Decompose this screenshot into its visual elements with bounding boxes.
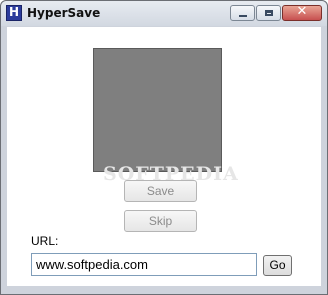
close-icon: ✕ <box>296 4 308 19</box>
save-button[interactable]: Save <box>124 180 197 202</box>
maximize-icon <box>265 10 273 16</box>
hypersave-app-icon[interactable]: H <box>6 5 22 21</box>
hypersave-window: H HyperSave ✕ SOFTPEDIA Save Skip URL: w… <box>0 0 328 295</box>
title-bar[interactable]: H HyperSave ✕ <box>1 1 327 26</box>
minimize-button[interactable] <box>230 5 255 21</box>
image-preview <box>93 48 222 172</box>
go-button[interactable]: Go <box>263 255 292 276</box>
client-area: SOFTPEDIA Save Skip URL: www.softpedia.c… <box>7 27 321 286</box>
url-label: URL: <box>31 234 59 248</box>
caption-buttons: ✕ <box>229 4 322 21</box>
maximize-button[interactable] <box>256 5 281 21</box>
url-input[interactable]: www.softpedia.com <box>31 253 257 276</box>
minimize-icon <box>239 15 247 17</box>
window-title: HyperSave <box>27 6 101 20</box>
close-button[interactable]: ✕ <box>282 4 322 21</box>
skip-button[interactable]: Skip <box>124 210 197 232</box>
app-icon-letter: H <box>8 5 20 19</box>
